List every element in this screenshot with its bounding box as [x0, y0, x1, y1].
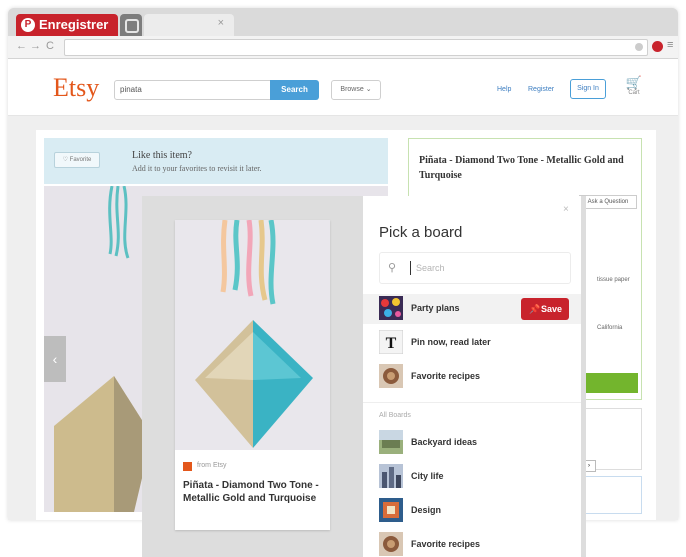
- pin-title: Piñata - Diamond Two Tone - Metallic Gol…: [183, 480, 319, 504]
- register-link[interactable]: Register: [528, 86, 554, 93]
- tab-bar: P Enregistrer ×: [8, 8, 678, 36]
- help-link[interactable]: Help: [497, 86, 511, 93]
- pin-preview-card: from Etsy Piñata - Diamond Two Tone - Me…: [175, 220, 330, 530]
- pinterest-extension-icon[interactable]: [652, 41, 663, 52]
- board-search-field[interactable]: ⚲: [379, 252, 571, 284]
- pinterest-save-label: Enregistrer: [39, 17, 109, 32]
- pin-icon: 📌: [529, 304, 541, 314]
- board-picker-title: Pick a board: [379, 224, 463, 241]
- board-search-input[interactable]: [414, 258, 568, 278]
- listing-title: Piñata - Diamond Two Tone - Metallic Gol…: [419, 155, 624, 181]
- browse-dropdown[interactable]: Browse ⌄: [331, 80, 381, 100]
- save-label: Save: [541, 304, 563, 314]
- board-thumbnail-design: [379, 498, 403, 522]
- save-pin-button[interactable]: 📌 Save: [521, 298, 569, 320]
- board-item-favorite-recipes-2[interactable]: Favorite recipes: [363, 530, 581, 557]
- board-name: Party plans: [411, 303, 460, 313]
- board-picker-panel: × Pick a board ⚲ Party plans 📌 Save T Pi…: [363, 196, 581, 557]
- favorite-subtitle: Add it to your favorites to revisit it l…: [132, 164, 262, 173]
- etsy-source-icon: [183, 462, 192, 471]
- favorite-banner: ♡ Favorite Like this item? Add it to you…: [44, 138, 388, 184]
- board-thumbnail-nyt: T: [379, 330, 403, 354]
- board-thumbnail-city: [379, 464, 403, 488]
- board-name: Pin now, read later: [411, 337, 491, 347]
- prev-image-button[interactable]: ‹: [44, 336, 66, 382]
- search-icon: ⚲: [388, 262, 397, 274]
- ask-question-button[interactable]: Ask a Question: [579, 195, 637, 209]
- cart-icon: 🛒: [625, 75, 643, 90]
- pinterest-save-button[interactable]: P Enregistrer: [16, 14, 118, 36]
- board-item-backyard[interactable]: Backyard ideas: [363, 428, 581, 458]
- close-icon[interactable]: ×: [563, 204, 569, 215]
- chevron-down-icon: ⌄: [365, 86, 372, 93]
- board-name: Backyard ideas: [411, 437, 478, 447]
- etsy-logo[interactable]: Etsy: [53, 73, 99, 103]
- board-item-city-life[interactable]: City life: [363, 462, 581, 492]
- board-thumbnail-backyard: [379, 430, 403, 454]
- board-thumbnail-recipes: [379, 532, 403, 556]
- url-field[interactable]: [64, 39, 648, 56]
- tab-close-icon[interactable]: ×: [218, 17, 224, 29]
- pinata-preview-image: [175, 220, 330, 450]
- listing-info-text-2: California: [597, 325, 623, 331]
- back-icon[interactable]: ←: [16, 40, 27, 52]
- camera-search-icon[interactable]: [120, 14, 142, 36]
- pinterest-logo-icon: P: [21, 18, 35, 32]
- reload-icon[interactable]: C: [46, 40, 54, 52]
- board-thumbnail-party: [379, 296, 403, 320]
- bookmark-icon[interactable]: [635, 43, 643, 51]
- browser-tab[interactable]: ×: [144, 14, 234, 36]
- all-boards-label: All Boards: [379, 412, 411, 419]
- board-name: City life: [411, 471, 444, 481]
- board-item-party-plans[interactable]: Party plans 📌 Save: [363, 294, 581, 324]
- signin-button[interactable]: Sign In: [570, 79, 606, 99]
- favorite-button[interactable]: ♡ Favorite: [54, 152, 100, 168]
- board-item-design[interactable]: Design: [363, 496, 581, 526]
- divider: [363, 402, 581, 403]
- etsy-search-button[interactable]: Search: [270, 80, 319, 100]
- svg-text:T: T: [386, 335, 397, 352]
- board-item-read-later[interactable]: T Pin now, read later: [363, 328, 581, 358]
- browse-label: Browse: [340, 86, 364, 93]
- pin-preview-image: [175, 220, 330, 450]
- forward-icon[interactable]: →: [30, 40, 41, 52]
- menu-icon[interactable]: ≡: [667, 39, 673, 51]
- etsy-header: Etsy pinata Search Browse ⌄ Help Registe…: [8, 59, 678, 116]
- board-thumbnail-recipes: [379, 364, 403, 388]
- board-name: Design: [411, 505, 442, 515]
- etsy-search-input[interactable]: pinata: [114, 80, 275, 100]
- cart-label: Cart: [628, 90, 640, 96]
- board-name: Favorite recipes: [411, 371, 481, 381]
- address-bar: ← → C ≡: [8, 36, 678, 59]
- favorite-title: Like this item?: [132, 150, 192, 161]
- pin-source: from Etsy: [197, 462, 227, 469]
- cart-link[interactable]: 🛒 Cart: [622, 75, 646, 97]
- board-name: Favorite recipes: [411, 539, 481, 549]
- listing-info-text-1: tissue paper: [597, 277, 630, 283]
- text-cursor: [410, 261, 411, 275]
- board-item-favorite-recipes[interactable]: Favorite recipes: [363, 362, 581, 392]
